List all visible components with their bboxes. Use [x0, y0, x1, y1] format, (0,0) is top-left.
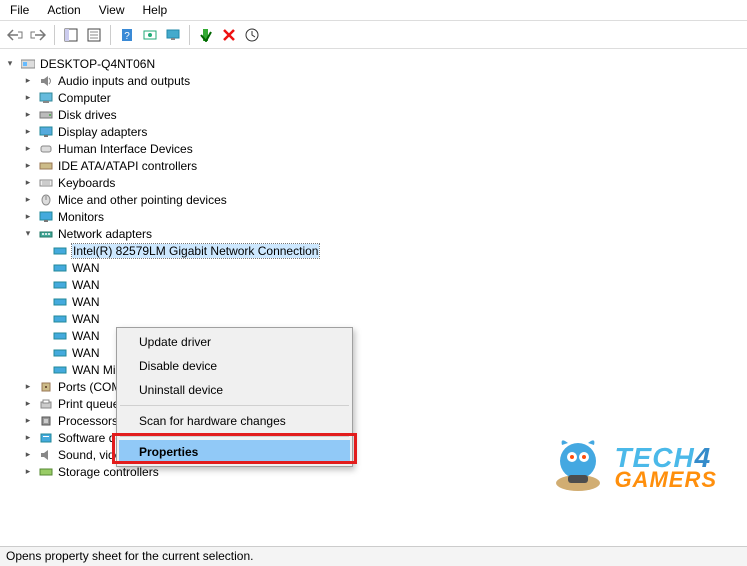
- adapter-icon: [52, 244, 68, 258]
- expand-icon[interactable]: ▸: [22, 92, 34, 104]
- adapter-icon: [52, 363, 68, 377]
- category-network[interactable]: Network adapters: [58, 227, 152, 241]
- mascot-icon: [550, 435, 606, 499]
- forward-button[interactable]: [27, 24, 49, 46]
- device-wan[interactable]: WAN: [72, 261, 100, 275]
- menu-action[interactable]: Action: [47, 3, 80, 17]
- expand-icon[interactable]: ▸: [22, 109, 34, 121]
- ctx-separator: [120, 436, 349, 437]
- display-icon: [38, 125, 54, 139]
- disk-icon: [38, 108, 54, 122]
- expand-icon[interactable]: ▸: [22, 398, 34, 410]
- software-icon: [38, 431, 54, 445]
- back-button[interactable]: [4, 24, 26, 46]
- expand-icon[interactable]: ▸: [22, 75, 34, 87]
- ctx-properties[interactable]: Properties: [119, 440, 350, 464]
- ide-icon: [38, 159, 54, 173]
- category-keyboards[interactable]: Keyboards: [58, 176, 115, 190]
- category-computer[interactable]: Computer: [58, 91, 111, 105]
- adapter-icon: [52, 346, 68, 360]
- device-intel-nic[interactable]: Intel(R) 82579LM Gigabit Network Connect…: [72, 244, 319, 258]
- expand-icon[interactable]: ▸: [22, 432, 34, 444]
- audio-icon: [38, 74, 54, 88]
- category-ide[interactable]: IDE ATA/ATAPI controllers: [58, 159, 197, 173]
- collapse-icon[interactable]: ▾: [4, 58, 16, 70]
- ctx-separator: [120, 405, 349, 406]
- disable-button[interactable]: [218, 24, 240, 46]
- menu-file[interactable]: File: [10, 3, 29, 17]
- device-wan[interactable]: WAN: [72, 278, 100, 292]
- computer-icon: [38, 91, 54, 105]
- network-icon: [38, 227, 54, 241]
- ctx-properties-label: Properties: [139, 445, 198, 459]
- wm-gamers: GAMERS: [614, 470, 717, 490]
- mouse-icon: [38, 193, 54, 207]
- watermark: TECH4 GAMERS: [550, 435, 717, 499]
- device-tree[interactable]: ▾ DESKTOP-Q4NT06N ▸ Audio inputs and outp…: [0, 49, 747, 539]
- update-button[interactable]: [241, 24, 263, 46]
- expand-icon[interactable]: ▸: [22, 194, 34, 206]
- statusbar: Opens property sheet for the current sel…: [0, 546, 747, 566]
- menu-view[interactable]: View: [99, 3, 125, 17]
- printq-icon: [38, 397, 54, 411]
- root-label[interactable]: DESKTOP-Q4NT06N: [40, 57, 155, 71]
- collapse-icon[interactable]: ▾: [22, 228, 34, 240]
- keyboard-icon: [38, 176, 54, 190]
- ctx-disable-device[interactable]: Disable device: [119, 354, 350, 378]
- expand-icon[interactable]: ▸: [22, 177, 34, 189]
- enable-button[interactable]: [195, 24, 217, 46]
- category-processors[interactable]: Processors: [58, 414, 118, 428]
- toolbar: ?: [0, 21, 747, 49]
- category-mice[interactable]: Mice and other pointing devices: [58, 193, 227, 207]
- adapter-icon: [52, 261, 68, 275]
- category-disk[interactable]: Disk drives: [58, 108, 117, 122]
- expand-icon[interactable]: ▸: [22, 449, 34, 461]
- adapter-icon: [52, 312, 68, 326]
- svg-text:?: ?: [124, 31, 130, 42]
- device-wan[interactable]: WAN: [72, 329, 100, 343]
- expand-icon[interactable]: ▸: [22, 466, 34, 478]
- show-hide-tree-button[interactable]: [60, 24, 82, 46]
- category-audio[interactable]: Audio inputs and outputs: [58, 74, 190, 88]
- help-button[interactable]: ?: [116, 24, 138, 46]
- expand-icon[interactable]: ▸: [22, 211, 34, 223]
- computer-root-icon: [20, 57, 36, 71]
- adapter-icon: [52, 329, 68, 343]
- sound-icon: [38, 448, 54, 462]
- expand-icon[interactable]: ▸: [22, 126, 34, 138]
- ctx-scan-hardware[interactable]: Scan for hardware changes: [119, 409, 350, 433]
- properties-button[interactable]: [83, 24, 105, 46]
- device-wan[interactable]: WAN: [72, 312, 100, 326]
- expand-icon[interactable]: ▸: [22, 381, 34, 393]
- expand-icon[interactable]: ▸: [22, 143, 34, 155]
- menubar: File Action View Help: [0, 0, 747, 21]
- context-menu: Update driver Disable device Uninstall d…: [116, 327, 353, 467]
- category-display[interactable]: Display adapters: [58, 125, 147, 139]
- ports-icon: [38, 380, 54, 394]
- status-text: Opens property sheet for the current sel…: [6, 549, 253, 563]
- cpu-icon: [38, 414, 54, 428]
- ctx-update-driver[interactable]: Update driver: [119, 330, 350, 354]
- hid-icon: [38, 142, 54, 156]
- device-wan[interactable]: WAN: [72, 346, 100, 360]
- scan-button[interactable]: [139, 24, 161, 46]
- category-monitors[interactable]: Monitors: [58, 210, 104, 224]
- device-wan[interactable]: WAN: [72, 295, 100, 309]
- monitor-button[interactable]: [162, 24, 184, 46]
- adapter-icon: [52, 278, 68, 292]
- category-hid[interactable]: Human Interface Devices: [58, 142, 193, 156]
- menu-help[interactable]: Help: [143, 3, 168, 17]
- monitor-icon: [38, 210, 54, 224]
- storage-icon: [38, 465, 54, 479]
- expand-icon[interactable]: ▸: [22, 415, 34, 427]
- ctx-uninstall-device[interactable]: Uninstall device: [119, 378, 350, 402]
- adapter-icon: [52, 295, 68, 309]
- expand-icon[interactable]: ▸: [22, 160, 34, 172]
